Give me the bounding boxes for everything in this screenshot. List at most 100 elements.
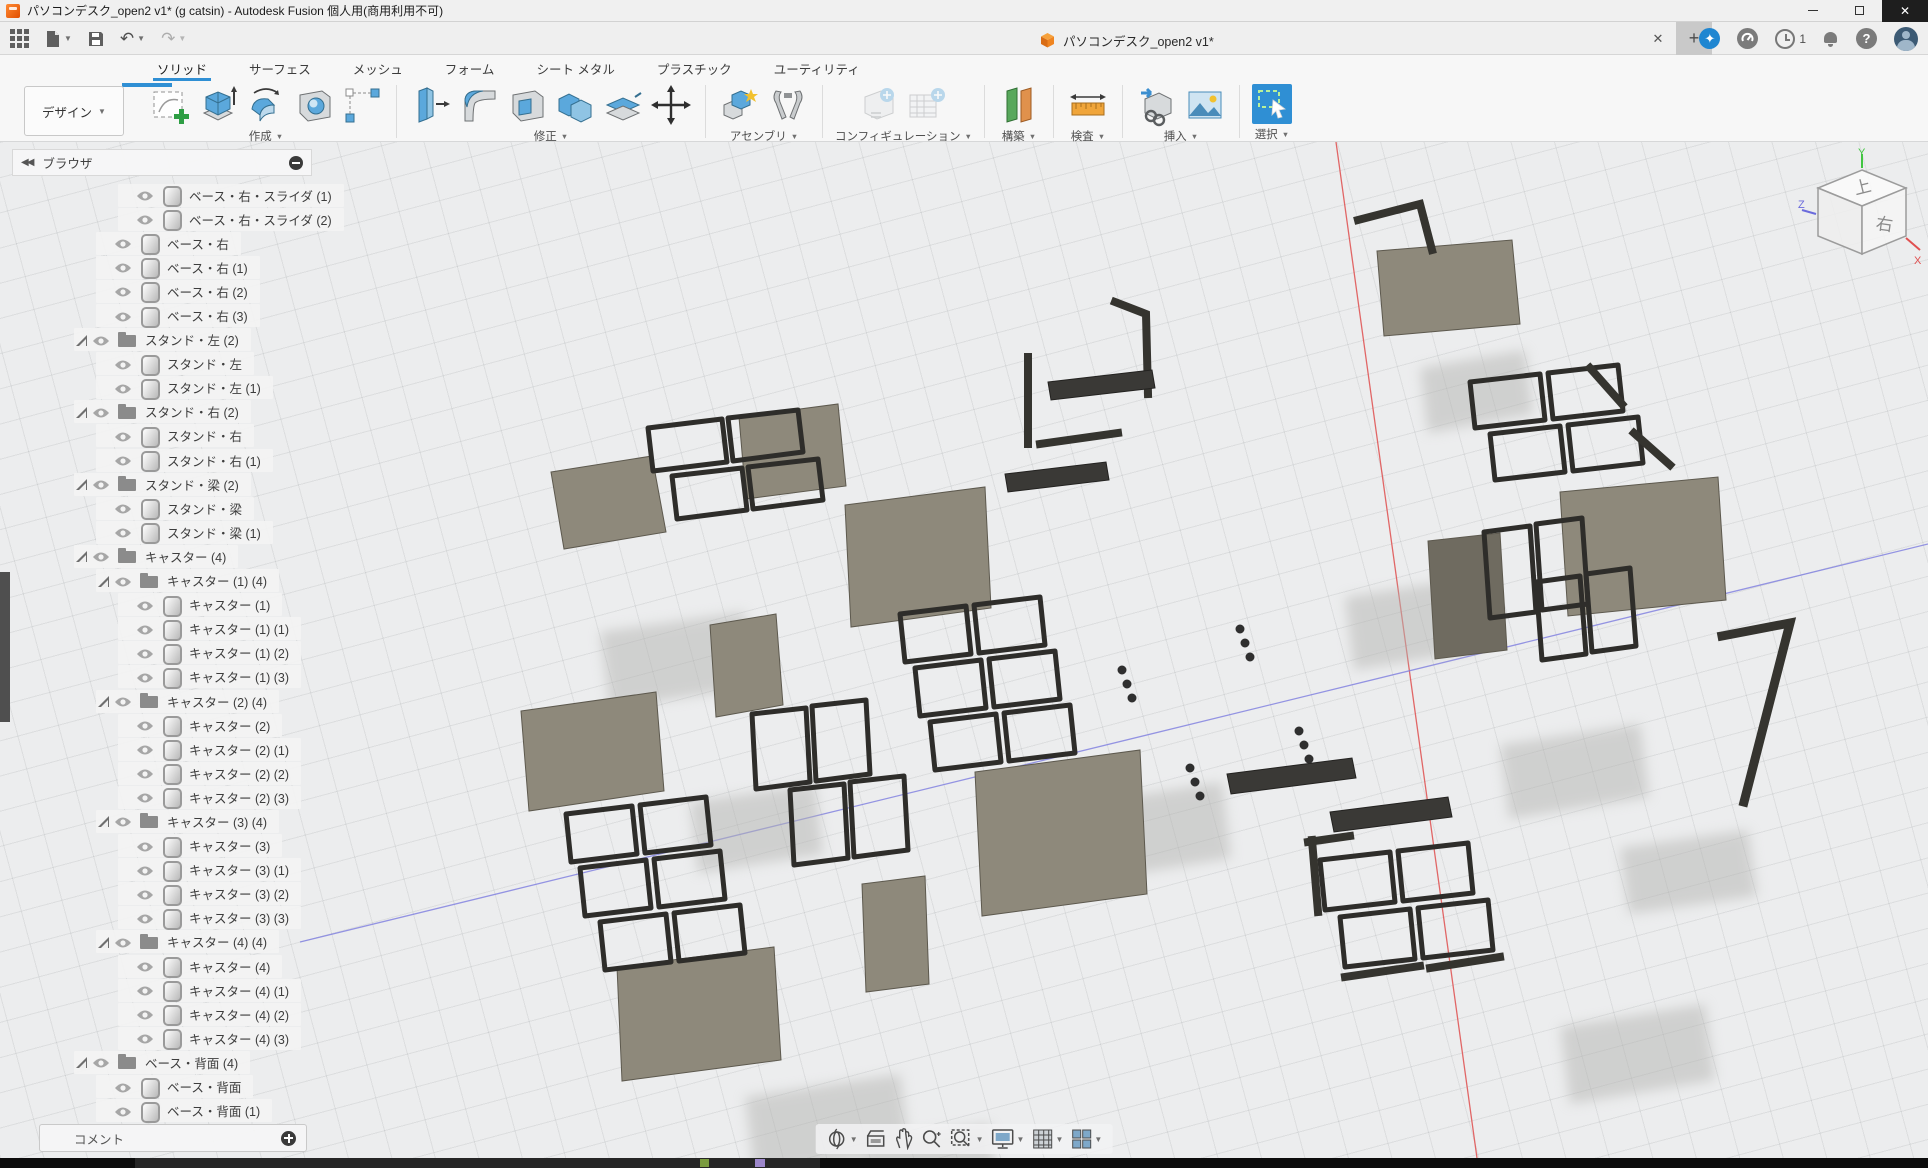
browser-tree-item[interactable]: ベース・背面: [12, 1074, 312, 1098]
expand-triangle-icon[interactable]: [118, 791, 136, 803]
pan-icon[interactable]: [894, 1128, 914, 1150]
visibility-eye-icon[interactable]: [136, 767, 154, 779]
visibility-eye-icon[interactable]: [136, 213, 154, 225]
browser-tree-item[interactable]: キャスター (3) (3): [12, 906, 312, 930]
browser-header[interactable]: ◀◀ ブラウザ: [12, 149, 312, 176]
expand-triangle-icon[interactable]: [96, 454, 114, 466]
browser-tree-item[interactable]: キャスター (1): [12, 593, 312, 617]
browser-tree-item[interactable]: キャスター (3) (4): [12, 809, 312, 833]
browser-tree-item[interactable]: スタンド・左: [12, 352, 312, 376]
expand-triangle-icon[interactable]: [96, 695, 114, 707]
visibility-eye-icon[interactable]: [136, 743, 154, 755]
viewport[interactable]: 上 右 Y Z X ◀◀ ブラウザ: [0, 142, 1928, 1158]
expand-triangle-icon[interactable]: [118, 743, 136, 755]
visibility-eye-icon[interactable]: [114, 695, 132, 707]
press-pull-icon[interactable]: [409, 83, 453, 127]
browser-tree-item[interactable]: スタンド・梁 (2): [12, 472, 312, 496]
visibility-eye-icon[interactable]: [136, 1032, 154, 1044]
redo-button[interactable]: ↷▼: [161, 29, 186, 49]
revolve-icon[interactable]: [244, 83, 288, 127]
expand-triangle-icon[interactable]: [96, 261, 114, 273]
expand-triangle-icon[interactable]: [96, 310, 114, 322]
expand-triangle-icon[interactable]: [74, 406, 92, 418]
browser-tree-item[interactable]: キャスター (2): [12, 713, 312, 737]
browser-tree-item[interactable]: キャスター (4) (3): [12, 1026, 312, 1050]
expand-triangle-icon[interactable]: [118, 623, 136, 635]
avatar[interactable]: [1894, 27, 1918, 51]
maximize-button[interactable]: [1836, 0, 1882, 22]
visibility-eye-icon[interactable]: [114, 237, 132, 249]
construct-plane-icon[interactable]: [997, 83, 1041, 127]
expand-triangle-icon[interactable]: [118, 888, 136, 900]
browser-tree-item[interactable]: スタンド・左 (2): [12, 328, 312, 352]
look-at-icon[interactable]: [865, 1129, 887, 1149]
visibility-eye-icon[interactable]: [114, 261, 132, 273]
expand-triangle-icon[interactable]: [96, 382, 114, 394]
grid-settings-icon[interactable]: ▼: [1031, 1128, 1063, 1150]
browser-tree-item[interactable]: キャスター (4) (2): [12, 1002, 312, 1026]
browser-tree-item[interactable]: ベース・右・スライダ (1): [12, 183, 312, 207]
browser-tree-item[interactable]: キャスター (1) (1): [12, 617, 312, 641]
expand-triangle-icon[interactable]: [74, 478, 92, 490]
visibility-eye-icon[interactable]: [92, 550, 110, 562]
document-tab[interactable]: パソコンデスク_open2 v1*: [1040, 26, 1214, 55]
expand-triangle-icon[interactable]: [118, 1032, 136, 1044]
browser-tree-item[interactable]: キャスター (4) (4): [12, 930, 312, 954]
browser-tree-item[interactable]: ベース・背面 (1): [12, 1099, 312, 1123]
visibility-eye-icon[interactable]: [92, 1056, 110, 1068]
insert-derive-icon[interactable]: [1135, 83, 1179, 127]
expand-triangle-icon[interactable]: [118, 984, 136, 996]
expand-triangle-icon[interactable]: [118, 213, 136, 225]
browser-tree-item[interactable]: キャスター (4): [12, 544, 312, 568]
collapse-left-icon[interactable]: ◀◀: [21, 157, 32, 168]
expand-triangle-icon[interactable]: [118, 912, 136, 924]
expand-triangle-icon[interactable]: [96, 430, 114, 442]
ribbon-tab[interactable]: サーフェス: [247, 55, 313, 81]
visibility-eye-icon[interactable]: [136, 864, 154, 876]
measure-icon[interactable]: [1066, 83, 1110, 127]
browser-tree-item[interactable]: キャスター (2) (3): [12, 785, 312, 809]
expand-triangle-icon[interactable]: [96, 575, 114, 587]
file-menu-button[interactable]: ▼: [45, 30, 72, 48]
expand-triangle-icon[interactable]: [118, 1008, 136, 1020]
visibility-eye-icon[interactable]: [136, 888, 154, 900]
expand-triangle-icon[interactable]: [74, 334, 92, 346]
visibility-eye-icon[interactable]: [114, 1105, 132, 1117]
browser-tree-item[interactable]: スタンド・右 (2): [12, 400, 312, 424]
browser-tree-item[interactable]: スタンド・梁: [12, 496, 312, 520]
visibility-eye-icon[interactable]: [114, 575, 132, 587]
visibility-eye-icon[interactable]: [136, 984, 154, 996]
browser-tree-item[interactable]: ベース・背面 (4): [12, 1050, 312, 1074]
help-icon[interactable]: ?: [1856, 28, 1877, 49]
visibility-eye-icon[interactable]: [114, 382, 132, 394]
browser-tree-item[interactable]: キャスター (1) (3): [12, 665, 312, 689]
expand-triangle-icon[interactable]: [118, 767, 136, 779]
browser-tree-item[interactable]: ベース・右: [12, 231, 312, 255]
ribbon-tab[interactable]: シート メタル: [534, 55, 616, 81]
move-icon[interactable]: [649, 83, 693, 127]
add-comment-icon[interactable]: [281, 1131, 296, 1146]
configuration-icon[interactable]: [857, 83, 901, 127]
create-sketch-icon[interactable]: [148, 83, 192, 127]
ribbon-tab[interactable]: フォーム: [443, 55, 497, 81]
visibility-eye-icon[interactable]: [136, 1008, 154, 1020]
browser-tree-item[interactable]: スタンド・梁 (1): [12, 520, 312, 544]
expand-triangle-icon[interactable]: [118, 671, 136, 683]
browser-tree-item[interactable]: キャスター (3) (2): [12, 882, 312, 906]
design-workspace-menu[interactable]: デザイン▼: [24, 86, 124, 136]
undo-button[interactable]: ↶▼: [120, 29, 145, 49]
notification-clock[interactable]: 1: [1775, 29, 1806, 49]
visibility-eye-icon[interactable]: [136, 960, 154, 972]
ribbon-tab[interactable]: プラスチック: [655, 55, 734, 81]
browser-tree-item[interactable]: キャスター (3): [12, 834, 312, 858]
bell-icon[interactable]: [1823, 31, 1839, 47]
extrude-icon[interactable]: [196, 83, 240, 127]
visibility-eye-icon[interactable]: [114, 358, 132, 370]
expand-triangle-icon[interactable]: [118, 840, 136, 852]
minimize-button[interactable]: [1790, 0, 1836, 22]
display-settings-icon[interactable]: ▼: [991, 1128, 1025, 1150]
browser-tree-item[interactable]: キャスター (2) (1): [12, 737, 312, 761]
browser-tree-item[interactable]: ベース・右 (3): [12, 303, 312, 327]
browser-tree-item[interactable]: キャスター (3) (1): [12, 858, 312, 882]
visibility-eye-icon[interactable]: [92, 334, 110, 346]
